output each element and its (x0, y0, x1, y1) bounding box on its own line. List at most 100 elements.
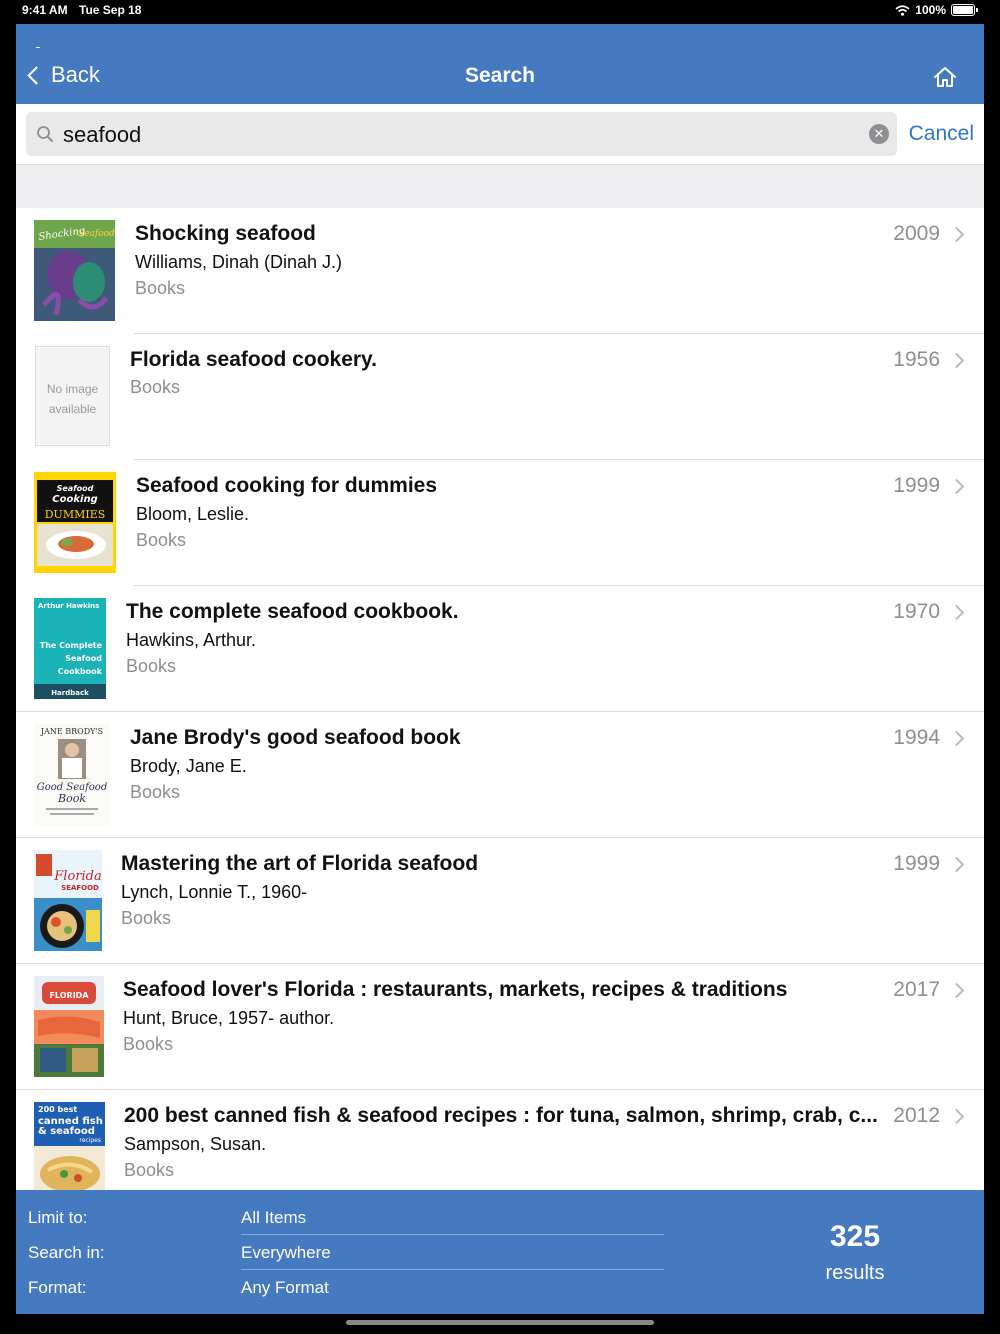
wifi-icon (895, 4, 910, 16)
result-row[interactable]: Florida SEAFOOD Mastering the art of Flo… (16, 838, 984, 964)
no-image-line: No image (46, 382, 99, 396)
result-row[interactable]: 200 best canned fish & seafood recipes 2… (16, 1090, 984, 1190)
result-format: Books (124, 1160, 175, 1180)
result-text: 200 best canned fish & seafood recipes :… (124, 1102, 882, 1183)
search-input[interactable] (61, 118, 855, 152)
result-year: 2017 (893, 978, 940, 1001)
page-title: Search (464, 64, 536, 87)
chevron-right-icon (948, 478, 965, 495)
result-row[interactable]: Seafood Cooking DUMMIES Seafood cooking … (16, 460, 984, 586)
cover-text: Cooking (52, 494, 97, 505)
filter-label: Search in: (28, 1243, 105, 1262)
result-row[interactable]: Shocking Seafood Shocking seafood Willia… (16, 208, 984, 334)
svg-text:Seafood: Seafood (78, 229, 115, 239)
result-year: 1994 (893, 726, 940, 749)
cover-text: Florida (53, 869, 101, 884)
cover-text: Book (57, 792, 86, 805)
result-text: Mastering the art of Florida seafood Lyn… (121, 850, 865, 931)
result-title: Mastering the art of Florida seafood (121, 852, 479, 875)
home-icon[interactable] (932, 65, 958, 89)
no-image-placeholder: No image available (35, 346, 110, 446)
result-author: Brody, Jane E. (130, 756, 247, 776)
result-year: 2012 (893, 1104, 940, 1127)
results-list[interactable]: Shocking Seafood Shocking seafood Willia… (16, 208, 984, 1190)
chevron-right-icon (948, 352, 965, 369)
cancel-button[interactable]: Cancel (909, 122, 974, 146)
result-author: Hunt, Bruce, 1957- author. (123, 1008, 335, 1028)
status-date: Tue Sep 18 (79, 3, 142, 17)
filter-format-row[interactable]: Format: Any Format (16, 1270, 664, 1305)
result-text: Shocking seafood Williams, Dinah (Dinah … (135, 220, 865, 301)
clear-search-icon[interactable]: ✕ (869, 124, 889, 144)
filter-label: Format: (28, 1278, 87, 1297)
result-title: Florida seafood cookery. (130, 348, 378, 371)
filter-label: Limit to: (28, 1208, 88, 1227)
search-row: ✕ Cancel (16, 104, 984, 164)
home-indicator[interactable] (346, 1320, 654, 1325)
book-cover-image: FLORIDA (34, 976, 104, 1077)
result-format: Books (121, 908, 172, 928)
book-cover-image: Shocking Seafood (34, 220, 115, 321)
result-format: Books (126, 656, 177, 676)
result-author: Lynch, Lonnie T., 1960- (121, 882, 308, 902)
cover-text: & seafood (38, 1126, 95, 1137)
result-format: Books (123, 1034, 174, 1054)
battery-icon (951, 4, 975, 16)
chevron-right-icon (948, 730, 965, 747)
result-text: Jane Brody's good seafood book Brody, Ja… (130, 724, 865, 805)
cover-text: JANE BRODY'S (40, 727, 103, 736)
filter-value[interactable]: All Items (241, 1208, 306, 1228)
book-cover-image: 200 best canned fish & seafood recipes (34, 1102, 105, 1190)
chevron-right-icon (948, 856, 965, 873)
result-count-number: 325 (829, 1220, 881, 1253)
filter-value[interactable]: Everywhere (241, 1243, 331, 1263)
result-author: Williams, Dinah (Dinah J.) (135, 252, 343, 272)
result-text: Florida seafood cookery. Books (130, 346, 865, 400)
result-year: 1999 (893, 852, 940, 875)
nav-marker (36, 47, 40, 48)
chevron-right-icon (948, 1108, 965, 1125)
cover-text: Cookbook (58, 667, 103, 676)
section-spacer (16, 164, 984, 210)
result-count-label: results (825, 1262, 885, 1284)
cover-text: 200 best (38, 1105, 77, 1114)
result-author: Hawkins, Arthur. (126, 630, 257, 650)
result-title: Jane Brody's good seafood book (130, 726, 461, 749)
result-year: 1956 (893, 348, 940, 371)
result-format: Books (130, 377, 181, 397)
result-title: Seafood cooking for dummies (136, 474, 438, 497)
filter-value[interactable]: Any Format (241, 1278, 329, 1298)
book-cover-image: JANE BRODY'S Good Seafood Book (34, 724, 110, 825)
filter-search-in-row[interactable]: Search in: Everywhere (16, 1235, 664, 1270)
result-format: Books (130, 782, 181, 802)
cover-text: recipes (79, 1137, 101, 1144)
result-title: The complete seafood cookbook. (126, 600, 459, 623)
cover-text: Seafood (65, 654, 102, 663)
status-bar: 9:41 AM Tue Sep 18 100% (0, 0, 1000, 24)
result-title: 200 best canned fish & seafood recipes :… (124, 1104, 878, 1127)
result-count: 325 results (776, 1220, 934, 1285)
result-row[interactable]: FLORIDA Seafood lover's Florida : restau… (16, 964, 984, 1090)
cover-text: Arthur Hawkins (38, 602, 99, 610)
book-cover-image: Florida SEAFOOD (34, 850, 102, 951)
result-text: Seafood cooking for dummies Bloom, Lesli… (136, 472, 865, 553)
result-row[interactable]: No image available Florida seafood cooke… (16, 334, 984, 460)
result-year: 2009 (893, 222, 940, 245)
result-title: Seafood lover's Florida : restaurants, m… (123, 978, 788, 1001)
result-row[interactable]: JANE BRODY'S Good Seafood Book Jane Brod… (16, 712, 984, 838)
status-right: 100% (895, 3, 978, 17)
result-year: 1970 (893, 600, 940, 623)
no-image-line: available (48, 402, 97, 416)
battery-percent: 100% (915, 3, 946, 17)
cover-text: Seafood (57, 484, 94, 493)
chevron-right-icon (948, 982, 965, 999)
search-icon (37, 126, 53, 142)
result-row[interactable]: Arthur Hawkins The Complete Seafood Cook… (16, 586, 984, 712)
filter-limit-row[interactable]: Limit to: All Items (16, 1200, 664, 1235)
result-format: Books (135, 278, 186, 298)
book-cover-image: Seafood Cooking DUMMIES (34, 472, 116, 573)
search-box[interactable]: ✕ (26, 112, 897, 156)
cover-text: Hardback (51, 689, 89, 697)
cover-text: FLORIDA (49, 991, 89, 1000)
result-format: Books (136, 530, 187, 550)
